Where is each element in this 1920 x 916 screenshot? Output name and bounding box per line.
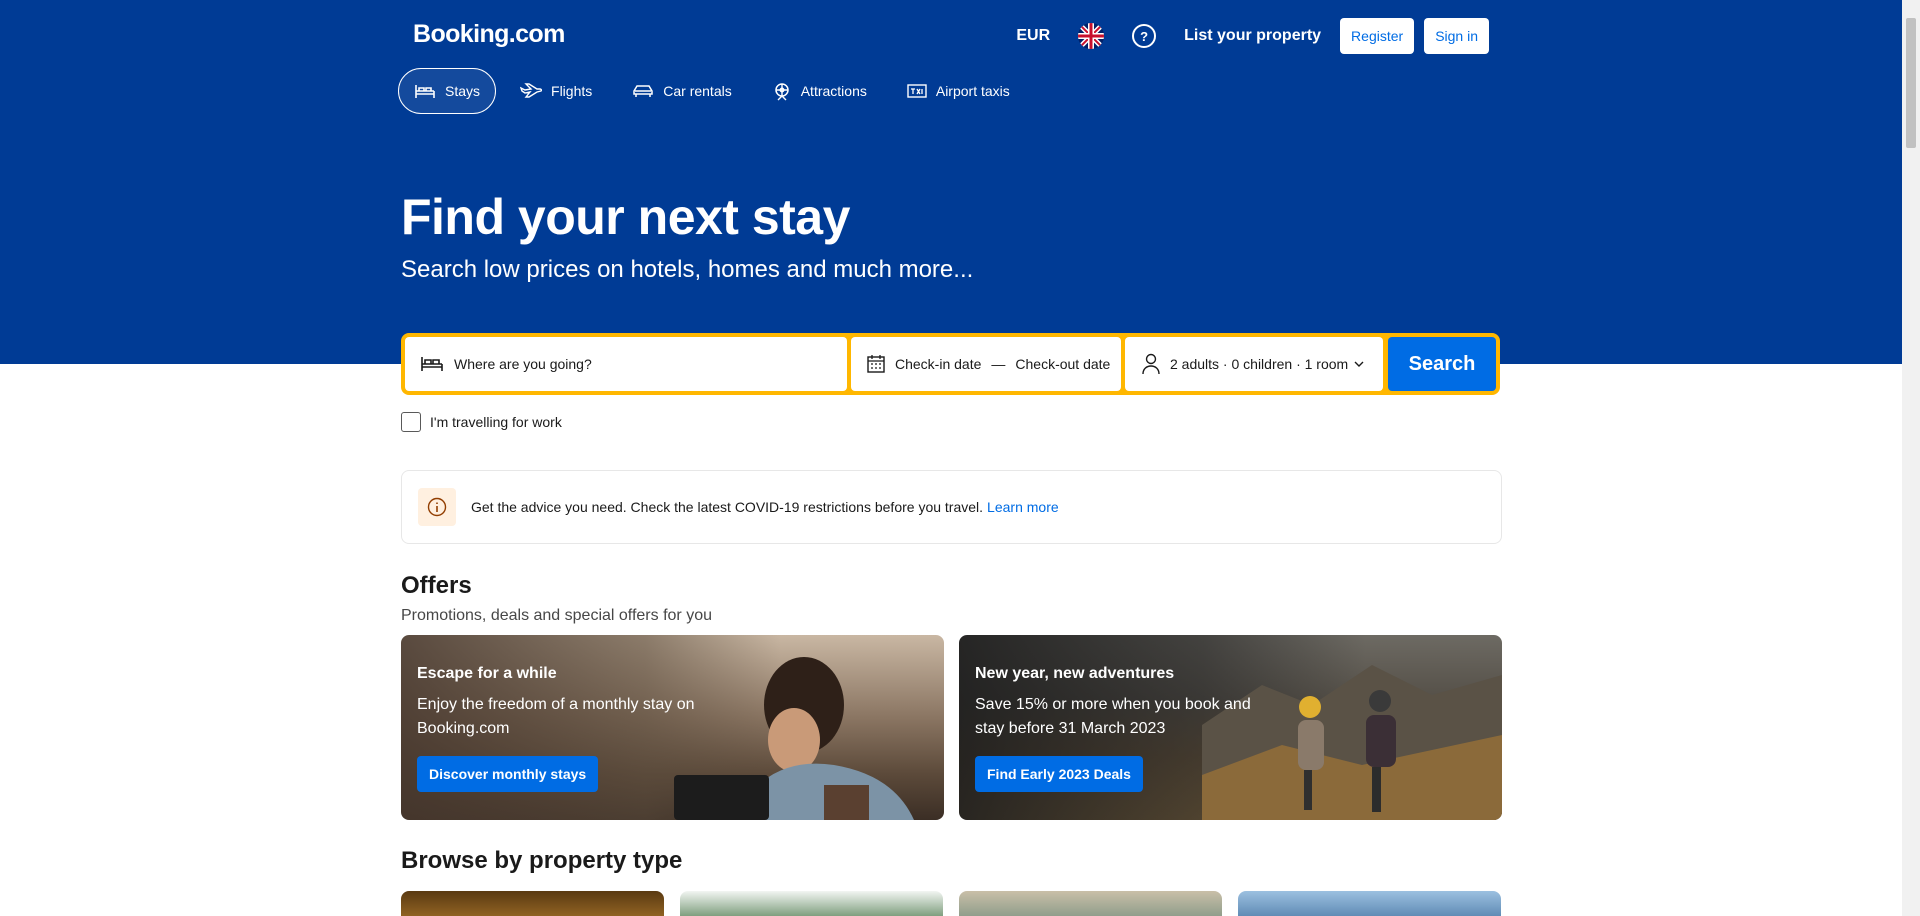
offer-card-title: Escape for a while bbox=[417, 665, 557, 682]
logo[interactable]: Booking.com bbox=[413, 20, 565, 49]
discover-monthly-stays-button[interactable]: Discover monthly stays bbox=[417, 756, 599, 792]
bed-icon bbox=[420, 354, 444, 374]
info-icon bbox=[418, 488, 456, 526]
tab-flights[interactable]: Flights bbox=[504, 68, 608, 114]
destination-placeholder: Where are you going? bbox=[454, 356, 592, 372]
checkin-label: Check-in date bbox=[895, 356, 982, 372]
register-button[interactable]: Register bbox=[1340, 18, 1415, 54]
taxi-icon bbox=[907, 84, 927, 98]
sign-in-button[interactable]: Sign in bbox=[1424, 18, 1489, 54]
tab-label: Attractions bbox=[800, 83, 867, 99]
offers-subtitle: Promotions, deals and special offers for… bbox=[401, 607, 712, 624]
work-travel-toggle[interactable]: I'm travelling for work bbox=[401, 412, 562, 432]
header-actions: EUR ? List your property Register Sign i… bbox=[988, 18, 1489, 54]
property-type-card[interactable] bbox=[959, 891, 1222, 916]
page-scrollbar[interactable] bbox=[1902, 0, 1920, 916]
offer-card-text: Escape for a while Enjoy the freedom of … bbox=[417, 665, 717, 741]
property-type-carousel bbox=[401, 891, 1517, 916]
uk-flag-icon bbox=[1078, 23, 1105, 49]
product-nav: Stays Flights Car rentals Attractions Ai… bbox=[398, 68, 1034, 114]
work-travel-label: I'm travelling for work bbox=[430, 414, 562, 430]
tab-label: Stays bbox=[445, 83, 481, 99]
chevron-down-icon bbox=[1354, 360, 1364, 368]
tab-car-rentals[interactable]: Car rentals bbox=[616, 68, 747, 114]
offer-card-monthly[interactable]: Escape for a while Enjoy the freedom of … bbox=[401, 635, 944, 820]
offer-card-title: New year, new adventures bbox=[975, 665, 1175, 682]
property-type-card[interactable] bbox=[401, 891, 664, 916]
attractions-icon bbox=[774, 83, 789, 101]
offer-card-desc: Save 15% or more when you book and stay … bbox=[975, 696, 1251, 737]
browse-title: Browse by property type bbox=[401, 847, 683, 874]
offer-card-new-year[interactable]: New year, new adventures Save 15% or mor… bbox=[959, 635, 1502, 820]
question-mark-icon: ? bbox=[1132, 24, 1157, 48]
occupancy-label: 2 adults · 0 children · 1 room bbox=[1170, 356, 1349, 372]
destination-field[interactable]: Where are you going? bbox=[405, 337, 847, 391]
hero-background bbox=[0, 0, 1902, 364]
date-separator: — bbox=[991, 356, 1006, 372]
offer-card-desc: Enjoy the freedom of a monthly stay on B… bbox=[417, 696, 695, 737]
work-travel-checkbox[interactable] bbox=[401, 412, 421, 432]
search-button[interactable]: Search bbox=[1388, 337, 1496, 391]
search-bar: Where are you going? Check-in date — Che… bbox=[401, 333, 1500, 395]
list-property-link[interactable]: List your property bbox=[1184, 27, 1321, 45]
checkout-label: Check-out date bbox=[1015, 356, 1111, 372]
car-icon bbox=[633, 85, 653, 97]
currency-button[interactable]: EUR bbox=[1016, 27, 1050, 45]
property-type-card[interactable] bbox=[1238, 891, 1501, 916]
banner-text: Get the advice you need. Check the lates… bbox=[471, 499, 984, 515]
tab-label: Airport taxis bbox=[935, 83, 1010, 99]
offers-title: Offers bbox=[401, 572, 472, 599]
hero-subtitle: Search low prices on hotels, homes and m… bbox=[401, 256, 974, 283]
tab-label: Flights bbox=[551, 83, 593, 99]
tab-attractions[interactable]: Attractions bbox=[756, 68, 883, 114]
occupancy-field[interactable]: 2 adults · 0 children · 1 room bbox=[1125, 337, 1383, 391]
scrollbar-thumb[interactable] bbox=[1906, 18, 1916, 148]
tab-label: Car rentals bbox=[663, 83, 732, 99]
date-field[interactable]: Check-in date — Check-out date bbox=[851, 337, 1121, 391]
help-button[interactable]: ? bbox=[1132, 24, 1157, 48]
language-button[interactable] bbox=[1078, 23, 1105, 49]
calendar-icon bbox=[866, 354, 886, 374]
bed-icon bbox=[415, 85, 435, 98]
find-early-deals-button[interactable]: Find Early 2023 Deals bbox=[975, 756, 1143, 792]
person-icon bbox=[1142, 353, 1160, 375]
tab-airport-taxis[interactable]: Airport taxis bbox=[891, 68, 1026, 114]
covid-banner: Get the advice you need. Check the lates… bbox=[401, 470, 1502, 544]
booking-homepage: Booking.com EUR ? List your property Reg… bbox=[0, 0, 1902, 916]
property-type-card[interactable] bbox=[680, 891, 943, 916]
learn-more-link[interactable]: Learn more bbox=[987, 499, 1059, 515]
offer-card-text: New year, new adventures Save 15% or mor… bbox=[975, 665, 1275, 741]
plane-icon bbox=[520, 83, 543, 98]
hero-title: Find your next stay bbox=[401, 189, 850, 245]
tab-stays[interactable]: Stays bbox=[398, 68, 497, 114]
